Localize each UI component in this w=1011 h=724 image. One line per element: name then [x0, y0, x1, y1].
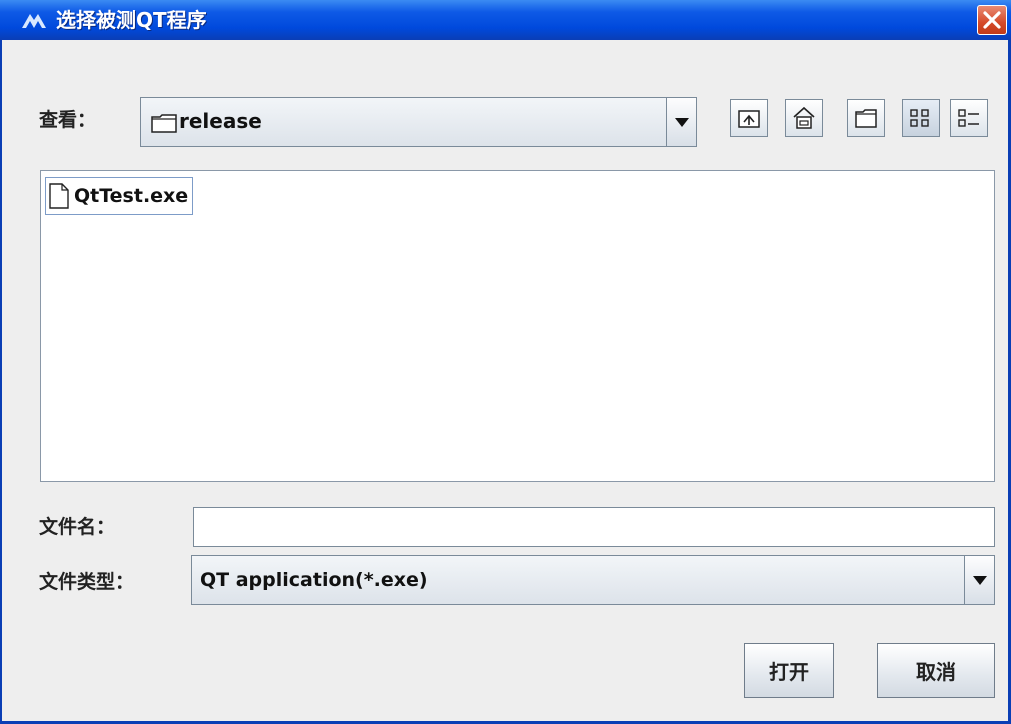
close-button[interactable] — [977, 5, 1007, 35]
up-folder-icon — [738, 110, 760, 128]
new-folder-button[interactable] — [847, 99, 885, 137]
details-view-icon — [958, 109, 979, 127]
home-icon — [793, 106, 815, 129]
chevron-down-icon — [675, 118, 689, 127]
details-view-button[interactable] — [950, 99, 988, 137]
filetype-value: QT application(*.exe) — [200, 569, 428, 591]
app-logo-icon — [22, 14, 46, 28]
chevron-down-icon — [973, 576, 987, 585]
filename-input[interactable] — [193, 507, 995, 547]
file-list[interactable]: QtTest.exe — [40, 170, 995, 482]
close-icon — [983, 11, 1001, 29]
file-name: QtTest.exe — [74, 185, 189, 207]
title-bar[interactable]: 选择被测QT程序 — [0, 0, 1011, 40]
file-list-item[interactable]: QtTest.exe — [45, 177, 194, 215]
home-button[interactable] — [785, 99, 823, 137]
filetype-label: 文件类型： — [39, 571, 135, 593]
list-view-icon — [910, 109, 929, 127]
filetype-combo[interactable]: QT application(*.exe) — [191, 555, 995, 605]
filename-label: 文件名： — [39, 516, 116, 538]
lookin-value: release — [179, 109, 262, 133]
new-folder-icon — [855, 109, 877, 128]
lookin-dropdown-button[interactable] — [666, 98, 696, 146]
file-chooser-dialog: 选择被测QT程序 查看： release QtTest.exe 文件名： 文件类… — [0, 0, 1011, 724]
lookin-label: 查看： — [39, 109, 97, 131]
filetype-dropdown-button[interactable] — [964, 556, 994, 604]
cancel-button[interactable]: 取消 — [877, 643, 995, 698]
file-icon — [49, 183, 69, 209]
list-view-button[interactable] — [902, 99, 940, 137]
lookin-combo[interactable]: release — [140, 97, 697, 147]
up-one-level-button[interactable] — [730, 99, 768, 137]
open-button[interactable]: 打开 — [744, 643, 834, 698]
folder-icon — [151, 114, 177, 133]
window-title: 选择被测QT程序 — [56, 8, 207, 32]
